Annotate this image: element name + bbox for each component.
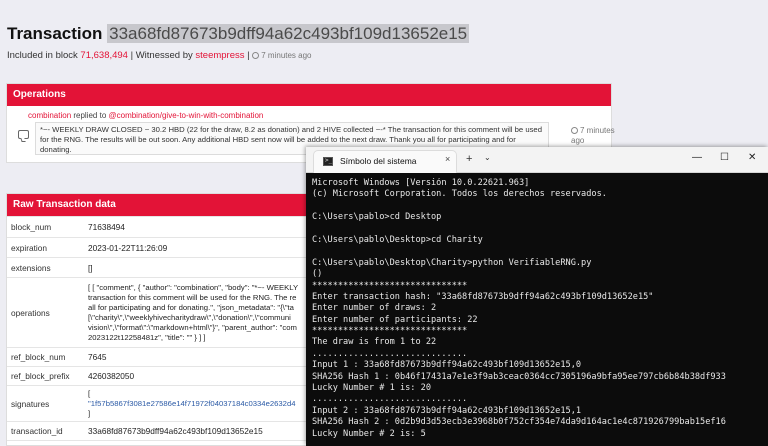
terminal-line: C:\Users\pablo>cd Desktop [312, 212, 442, 223]
terminal-line: Enter transaction hash: "33a68fd87673b9d… [312, 291, 654, 302]
terminal-window[interactable]: Símbolo del sistema × + ⌄ — ☐ ✕ Microsof… [306, 147, 768, 446]
terminal-line: SHA256 Hash 2 : 0d2b9d3d53ecb3e3968b0f75… [312, 417, 726, 428]
json-line: [ [ "comment", { "author": "combination"… [88, 282, 299, 292]
transaction-meta: Included in block 71,638,494 | Witnessed… [7, 50, 312, 61]
terminal-line: () [312, 269, 323, 280]
terminal-tab[interactable]: Símbolo del sistema × [313, 150, 457, 173]
operation-summary: combination replied to @combination/give… [28, 111, 263, 120]
row-key: ref_block_prefix [7, 366, 84, 386]
terminal-line: The draw is from 1 to 22 [312, 337, 437, 348]
replied-text: replied to [71, 111, 109, 120]
tab-dropdown-button[interactable]: ⌄ [484, 153, 491, 162]
operations-heading: Operations [7, 84, 611, 106]
json-line: [ [88, 388, 91, 398]
terminal-line: (c) Microsoft Corporation. Todos los der… [312, 189, 607, 200]
row-value: 33a68fd87673b9dff94a62c493bf109d13652e15 [84, 421, 315, 441]
page-title: Transaction 33a68fd87673b9dff94a62c493bf… [7, 24, 470, 44]
signatures-value: [ "1f57b5867f3081e27586e14f71972f0403718… [84, 385, 315, 422]
terminal-line: C:\Users\pablo\Desktop\Charity>python Ve… [312, 257, 592, 268]
meta-separator: | [244, 50, 253, 61]
row-value: 7645 [84, 347, 315, 367]
json-line: vision\",\"format\":\"markdown+html\"}",… [88, 322, 297, 332]
clock-icon [252, 52, 260, 59]
terminal-line: C:\Users\pablo\Desktop>cd Charity [312, 234, 483, 245]
terminal-line: SHA256 Hash 1 : 0b46f17431a7e1e3f9ab3cea… [312, 371, 726, 382]
row-value: [] [84, 257, 315, 278]
comment-icon [18, 130, 29, 139]
terminal-tab-title: Símbolo del sistema [340, 156, 417, 166]
transaction-header: Transaction 33a68fd87673b9dff94a62c493bf… [7, 24, 470, 44]
terminal-line: Input 1 : 33a68fd87673b9dff94a62c493bf10… [312, 360, 582, 371]
close-tab-icon[interactable]: × [445, 154, 450, 164]
terminal-icon [323, 157, 333, 166]
transaction-label: Transaction [7, 24, 108, 43]
json-line: [\"charity\",\"weeklyhivecharitydraw\",\… [88, 312, 291, 322]
row-value: 30 [84, 440, 315, 446]
table-row: extensions[] [7, 257, 315, 278]
new-tab-button[interactable]: + [466, 153, 472, 165]
row-key: expiration [7, 237, 84, 258]
minimize-button[interactable]: — [692, 152, 702, 163]
terminal-titlebar[interactable]: Símbolo del sistema × + ⌄ — ☐ ✕ [306, 147, 768, 173]
terminal-line: .............................. [312, 394, 468, 405]
raw-transaction-heading: Raw Transaction data [7, 194, 315, 216]
block-link[interactable]: 71,638,494 [80, 50, 128, 61]
table-row: transaction_num30 [7, 440, 315, 446]
witness-link[interactable]: steempress [195, 50, 244, 61]
terminal-output[interactable]: Microsoft Windows [Versión 10.0.22621.96… [312, 178, 764, 444]
terminal-line: ****************************** [312, 280, 468, 291]
terminal-line: .............................. [312, 348, 468, 359]
table-row: ref_block_prefix 4260382050 [7, 366, 315, 386]
included-prefix: Included in block [7, 50, 81, 61]
terminal-line: Lucky Number # 2 is: 5 [312, 428, 426, 439]
row-key: ref_block_num [7, 347, 84, 367]
row-key: operations [7, 277, 84, 348]
close-button[interactable]: ✕ [748, 152, 756, 163]
row-key: block_num [7, 216, 84, 238]
row-key: extensions [7, 257, 84, 278]
terminal-line: Microsoft Windows [Versión 10.0.22621.96… [312, 178, 530, 188]
witnessed-prefix: | Witnessed by [127, 50, 196, 61]
table-row: block_num 71638494 [7, 216, 315, 238]
table-row: ref_block_num 7645 [7, 347, 315, 367]
terminal-line: ****************************** [312, 326, 468, 337]
terminal-line: Enter number of participants: 22 [312, 314, 478, 325]
terminal-line: Input 2 : 33a68fd87673b9dff94a62c493bf10… [312, 405, 582, 416]
row-key: signatures [7, 385, 84, 422]
row-value: 2023-01-22T11:26:09 [84, 237, 315, 258]
json-line: all for participating and for donating."… [88, 302, 294, 312]
clock-icon [571, 127, 578, 134]
table-row: signatures [ "1f57b5867f3081e27586e14f71… [7, 385, 315, 422]
transaction-hash: 33a68fd87673b9dff94a62c493bf109d13652e15 [107, 24, 470, 43]
author-link[interactable]: combination [28, 111, 71, 120]
table-row: transaction_id 33a68fd87673b9dff94a62c493… [7, 421, 315, 441]
timestamp: 7 minutes ago [261, 51, 312, 60]
json-line: ] [88, 408, 91, 418]
json-line: 2023122t12258481z", "title": "" } ] ] [88, 332, 206, 342]
operation-time: 7 minutes ago [571, 126, 615, 146]
row-value: 71638494 [84, 216, 315, 238]
raw-transaction-panel: Raw Transaction data block_num 71638494 e… [6, 193, 316, 446]
terminal-line: Enter number of draws: 2 [312, 303, 437, 314]
raw-transaction-table: block_num 71638494 expiration 2023-01-22T1… [7, 216, 315, 446]
row-value: 4260382050 [84, 366, 315, 386]
row-key: transaction_id [7, 421, 84, 441]
json-line: transaction for this comment will be use… [88, 292, 297, 302]
parent-post-link[interactable]: @combination/give-to-win-with-combinatio… [109, 111, 264, 120]
terminal-line: Lucky Number # 1 is: 20 [312, 383, 431, 394]
signature-hash: "1f57b5867f3081e27586e14f71972f04037184c… [88, 398, 296, 408]
table-row: operations [ [ "comment", { "author": "c… [7, 277, 315, 348]
operations-json: [ [ "comment", { "author": "combination"… [84, 277, 315, 348]
maximize-button[interactable]: ☐ [720, 152, 729, 163]
row-key: transaction_num [7, 440, 84, 446]
table-row: expiration 2023-01-22T11:26:09 [7, 237, 315, 258]
